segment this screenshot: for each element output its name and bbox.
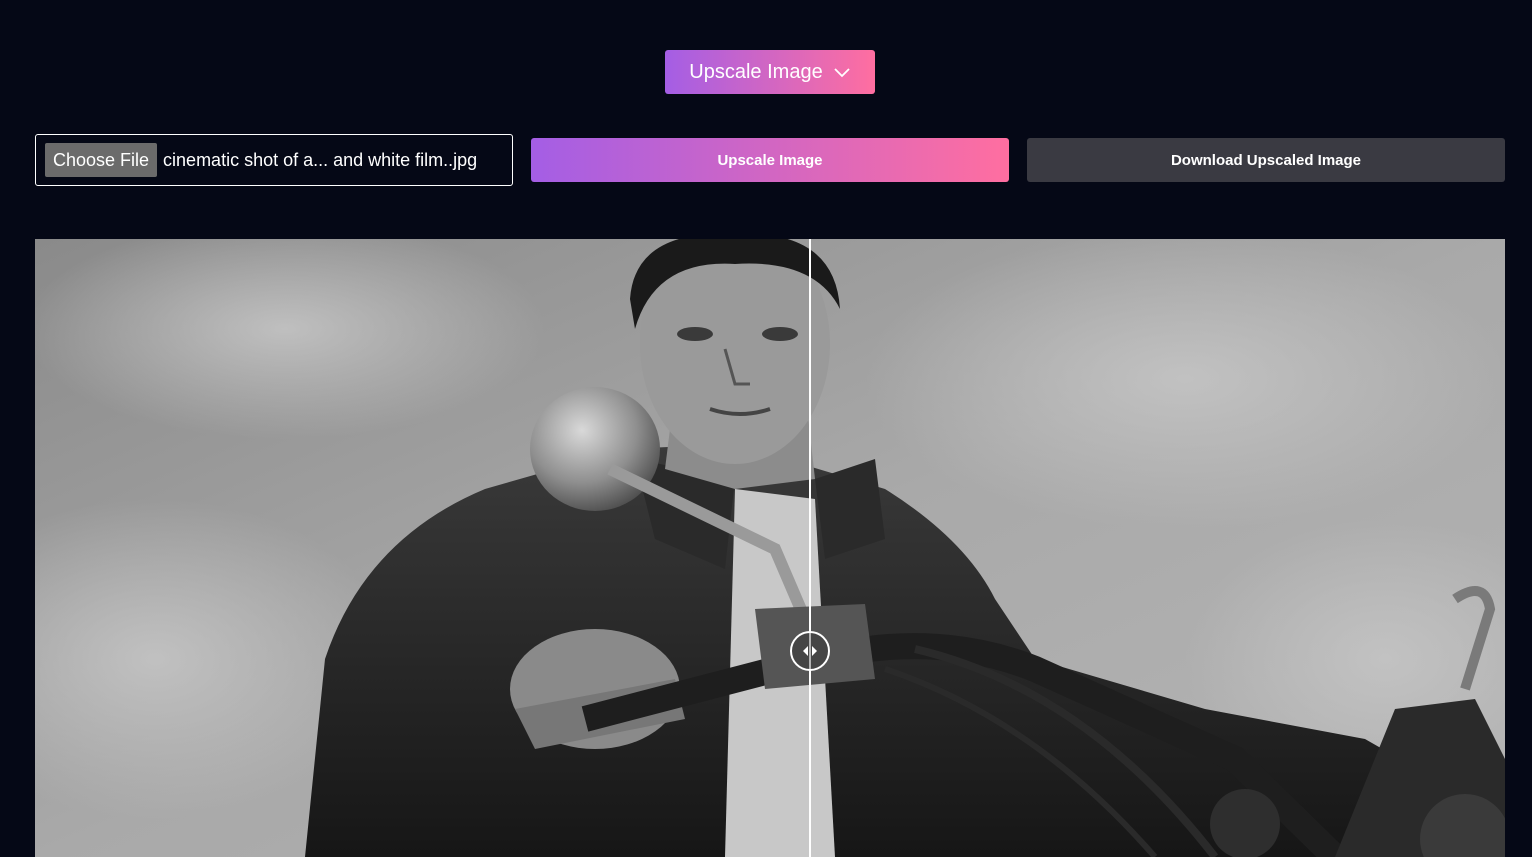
left-right-arrows-icon bbox=[792, 633, 828, 669]
comparison-divider[interactable] bbox=[809, 239, 811, 857]
chevron-down-icon bbox=[833, 66, 851, 78]
selected-file-name: cinematic shot of a... and white film..j… bbox=[163, 149, 478, 170]
comparison-handle[interactable] bbox=[790, 631, 830, 671]
upscale-image-button[interactable]: Upscale Image bbox=[531, 138, 1009, 182]
download-upscaled-image-button[interactable]: Download Upscaled Image bbox=[1027, 138, 1505, 182]
file-input[interactable]: Choose File cinematic shot of a... and w… bbox=[35, 134, 513, 186]
mode-dropdown-label: Upscale Image bbox=[689, 60, 823, 83]
image-comparison[interactable] bbox=[35, 239, 1505, 857]
comparison-photo bbox=[35, 239, 1505, 857]
mode-dropdown[interactable]: Upscale Image bbox=[665, 50, 875, 94]
choose-file-button[interactable]: Choose File bbox=[45, 143, 158, 177]
upscaler-page: Upscale Image Choose File cinematic shot… bbox=[0, 0, 1532, 857]
